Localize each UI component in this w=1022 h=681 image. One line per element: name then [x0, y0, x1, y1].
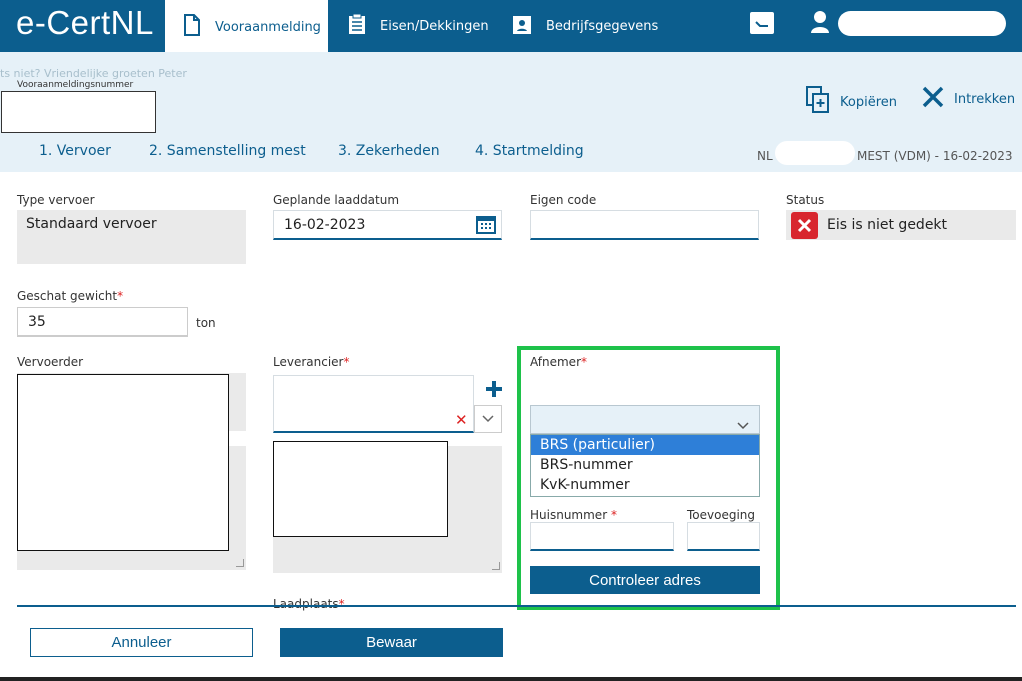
laaddatum-input[interactable]: 16-02-2023 [273, 210, 502, 240]
status-label: Status [786, 193, 825, 207]
eigen-code-label: Eigen code [530, 193, 597, 207]
highlight-frame [517, 346, 780, 610]
brand-logo[interactable]: e-CertNL [16, 4, 154, 42]
user-icon[interactable] [810, 10, 830, 38]
vooraanmeldingsnummer-value [1, 91, 156, 133]
user-name-field[interactable] [838, 11, 1006, 36]
tab-label: Eisen/Dekkingen [380, 18, 489, 34]
message-icon[interactable] [750, 12, 774, 34]
close-icon [922, 86, 944, 112]
save-button[interactable]: Bewaar [280, 628, 503, 657]
tab-label: Bedrijfsgegevens [546, 18, 659, 34]
status-value: Eis is niet gedekt [827, 217, 948, 233]
gewicht-value: 35 [28, 313, 46, 330]
bottom-edge [0, 677, 1022, 681]
meta-number [775, 141, 855, 165]
cancel-button[interactable]: Annuleer [30, 628, 253, 657]
error-icon [791, 212, 818, 239]
resize-handle[interactable] [492, 562, 500, 570]
copy-button[interactable]: Kopiëren [806, 86, 897, 118]
tab-eisen-dekkingen[interactable]: Eisen/Dekkingen [348, 0, 489, 52]
resize-handle[interactable] [236, 559, 244, 567]
withdraw-label: Intrekken [954, 91, 1016, 107]
laadplaats-label: Laadplaats* [273, 597, 345, 611]
vervoerder-redacted [17, 374, 229, 551]
gewicht-input[interactable]: 35 [17, 307, 188, 337]
clipboard-icon [348, 13, 366, 39]
step-tab-startmelding[interactable]: 4. Startmelding [475, 143, 584, 159]
laadplaats-label-text: Laadplaats [273, 597, 339, 611]
id-card-icon [512, 13, 532, 39]
leverancier-select[interactable] [273, 375, 474, 433]
document-icon [183, 14, 201, 40]
copy-icon [806, 86, 830, 118]
tab-bedrijfsgegevens[interactable]: Bedrijfsgegevens [512, 0, 658, 52]
gewicht-unit: ton [196, 316, 216, 330]
leverancier-redacted [273, 441, 448, 537]
add-icon[interactable] [485, 380, 503, 402]
copy-label: Kopiëren [840, 94, 897, 110]
footer-divider [17, 605, 1016, 607]
chevron-down-icon[interactable] [474, 405, 502, 433]
gewicht-label-text: Geschat gewicht [17, 289, 118, 303]
vooraanmeldingsnummer-label: Vooraanmeldingsnummer [17, 80, 134, 90]
step-tab-samenstelling[interactable]: 2. Samenstelling mest [149, 143, 306, 159]
required-marker: * [117, 289, 124, 303]
tab-vooraanmelding[interactable]: Vooraanmelding [165, 0, 328, 54]
laaddatum-label: Geplande laaddatum [273, 193, 400, 207]
top-navigation-bar: e-CertNL Vooraanmelding Eisen/Dekkingen … [0, 0, 1022, 54]
gewicht-label: Geschat gewicht* [17, 289, 123, 303]
clear-icon[interactable]: ✕ [455, 411, 468, 429]
type-vervoer-value: Standaard vervoer [26, 216, 157, 232]
calendar-icon[interactable] [476, 214, 496, 238]
laaddatum-value: 16-02-2023 [284, 216, 366, 233]
required-marker: * [338, 597, 345, 611]
vervoerder-label: Vervoerder [17, 355, 84, 369]
leverancier-label: Leverancier* [273, 355, 349, 369]
background-message: ts niet? Vriendelijke groeten Peter [0, 67, 187, 80]
withdraw-button[interactable]: Intrekken [922, 86, 1015, 112]
meta-prefix: NL [757, 149, 773, 163]
meta-description: MEST (VDM) - 16-02-2023 [857, 149, 1013, 163]
eigen-code-input[interactable] [530, 210, 759, 240]
leverancier-label-text: Leverancier [273, 355, 344, 369]
step-tab-vervoer[interactable]: 1. Vervoer [39, 143, 111, 159]
step-tab-zekerheden[interactable]: 3. Zekerheden [338, 143, 440, 159]
type-vervoer-label: Type vervoer [17, 193, 95, 207]
tab-label: Vooraanmelding [215, 19, 321, 35]
required-marker: * [343, 355, 350, 369]
type-vervoer-field: Standaard vervoer [17, 210, 246, 264]
